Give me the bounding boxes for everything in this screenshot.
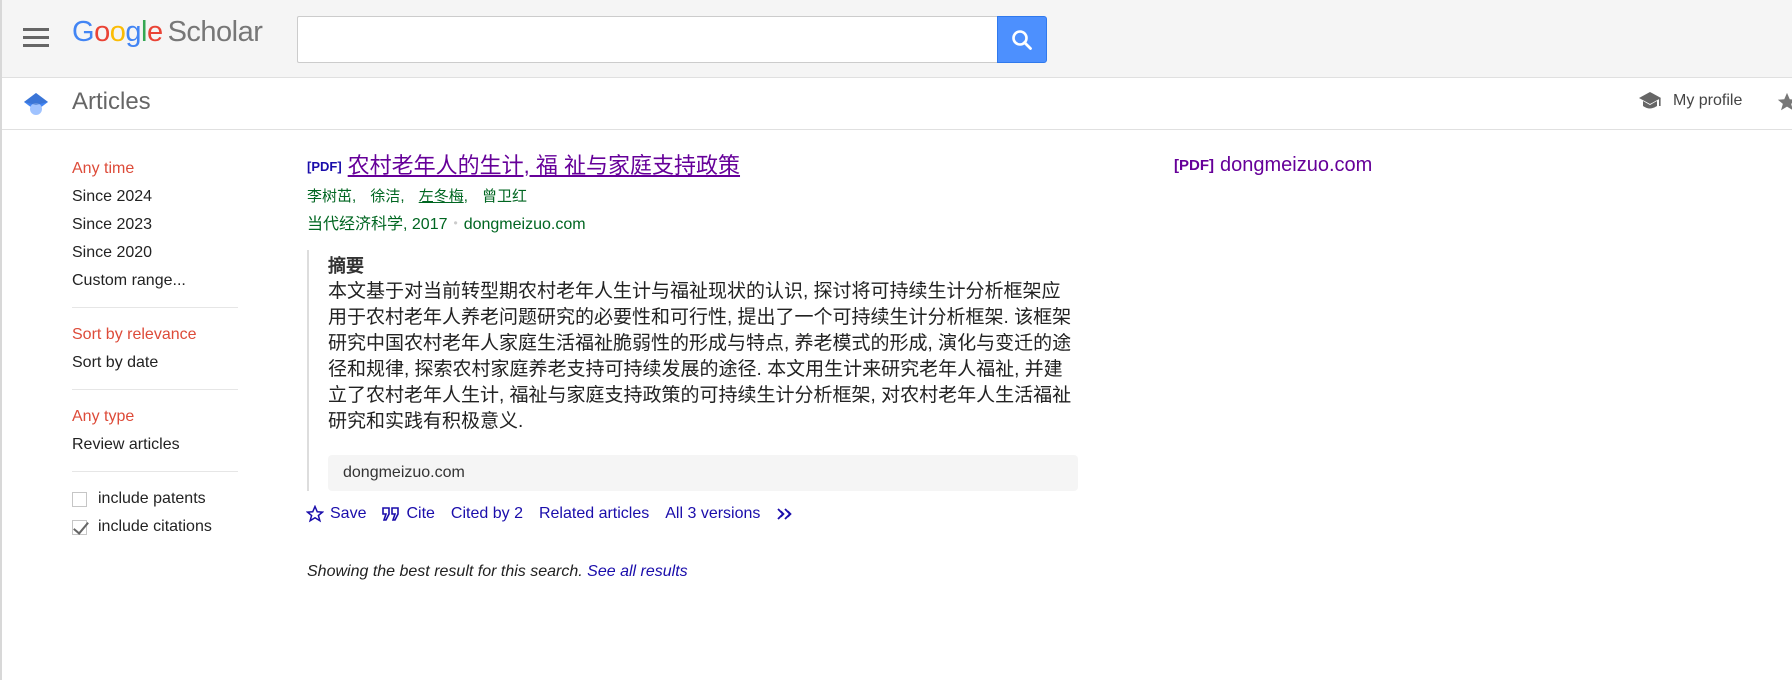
include-citations-checkbox[interactable]: include citations [72,513,238,541]
divider [72,389,238,390]
star-icon[interactable] [1776,91,1792,113]
my-profile-label: My profile [1673,92,1743,109]
graduation-cap-icon [1639,92,1661,109]
filter-sidebar: Any time Since 2024 Since 2023 Since 202… [72,155,238,541]
my-profile-link[interactable]: My profile [1639,91,1742,111]
abstract-label: 摘要 [328,256,364,276]
see-all-results-link[interactable]: See all results [587,563,688,580]
abstract-block: 摘要 本文基于对当前转型期农村老年人生计与福祉现状的认识, 探讨将可持续生计分析… [307,250,1078,491]
cited-by-link[interactable]: Cited by 2 [451,505,523,523]
all-versions-link[interactable]: All 3 versions [665,505,760,523]
venue-year: 当代经济科学, 2017 [307,216,448,233]
filter-custom-range[interactable]: Custom range... [72,267,238,295]
search-button[interactable] [997,16,1047,63]
filter-since-2024[interactable]: Since 2024 [72,183,238,211]
hamburger-menu-icon[interactable] [23,28,49,48]
filter-since-2020[interactable]: Since 2020 [72,239,238,267]
filter-any-time[interactable]: Any time [72,155,238,183]
best-result-text: Showing the best result for this search. [307,563,583,580]
divider [72,307,238,308]
search-result: [PDF] 农村老年人的生计, 福 祉与家庭支持政策 李树茁, 徐洁, 左冬梅, … [306,152,1078,523]
author-separator: , [463,188,468,205]
sort-by-date[interactable]: Sort by date [72,349,238,377]
save-button[interactable]: Save [306,505,366,523]
checkbox-unchecked[interactable] [72,491,87,507]
star-outline-icon [306,505,324,523]
author-link[interactable]: 左冬梅 [419,188,464,205]
pdf-tag[interactable]: [PDF] [307,159,342,174]
include-citations-label: include citations [98,518,212,535]
author: 徐洁, [370,188,405,205]
page-title: Articles [72,88,151,115]
result-title-row: [PDF] 农村老年人的生计, 福 祉与家庭支持政策 [307,152,1077,181]
result-title-link[interactable]: 农村老年人的生计, 福 祉与家庭支持政策 [348,153,740,178]
filter-since-2023[interactable]: Since 2023 [72,211,238,239]
side-pdf-tag: [PDF] [1174,157,1214,174]
filter-any-type[interactable]: Any type [72,403,238,431]
double-chevron-icon [777,508,793,520]
author: 李树茁, [307,188,357,205]
separator-dot: • [453,216,458,230]
result-actions: Save Cite Cited by 2 Related articles Al… [306,505,1077,523]
side-pdf-link[interactable]: [PDF] dongmeizuo.com [1174,154,1372,177]
top-header: Google Scholar [2,0,1792,78]
venue-domain: dongmeizuo.com [463,216,586,233]
author: 曾卫红 [482,188,528,205]
include-patents-checkbox[interactable]: include patents [72,485,238,513]
checkbox-checked[interactable] [72,519,87,535]
section-bar: Articles My profile [2,79,1792,130]
search-input[interactable] [297,16,998,63]
save-label: Save [330,505,367,522]
result-venue: 当代经济科学, 2017 • dongmeizuo.com [307,210,1077,238]
scholar-cap-icon[interactable] [23,91,49,117]
best-result-note: Showing the best result for this search.… [307,563,688,581]
related-articles-link[interactable]: Related articles [539,505,649,523]
quote-icon [382,507,400,521]
side-pdf-domain: dongmeizuo.com [1220,154,1373,176]
source-box[interactable]: dongmeizuo.com [328,455,1078,491]
sort-by-relevance[interactable]: Sort by relevance [72,321,238,349]
cite-label: Cite [406,505,435,522]
search-icon [1012,29,1032,50]
cite-button[interactable]: Cite [382,505,435,523]
abstract-text: 本文基于对当前转型期农村老年人生计与福祉现状的认识, 探讨将可持续生计分析框架应… [328,281,1072,432]
result-authors: 李树茁, 徐洁, 左冬梅, 曾卫红 [307,184,1077,210]
filter-review-articles[interactable]: Review articles [72,431,238,459]
divider [72,471,238,472]
google-scholar-logo[interactable]: Google Scholar [72,16,263,49]
include-patents-label: include patents [98,490,206,507]
more-button[interactable] [776,507,796,521]
